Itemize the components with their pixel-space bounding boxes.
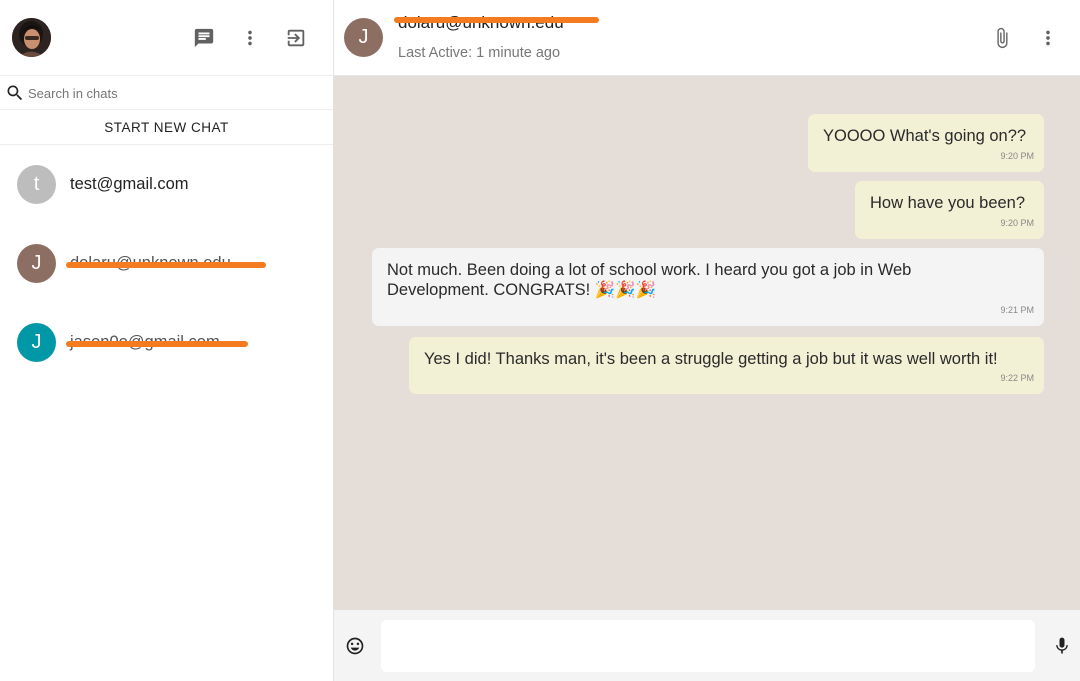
last-active-status: Last Active: 1 minute ago [398,45,561,61]
more-vert-icon[interactable] [238,26,262,50]
user-photo [12,18,51,57]
message-time: 9:20 PM [1000,218,1034,228]
message-text: Not much. Been doing a lot of school wor… [387,261,912,299]
avatar: t [17,165,56,204]
chat-list: t test@gmail.com J dolaru@unknown.edu J … [0,145,333,382]
avatar: J [17,323,56,362]
redaction-mark [394,17,599,23]
message-bubble-outgoing: YOOOO What's going on?? 9:20 PM [808,114,1044,172]
logout-icon[interactable] [284,26,308,50]
contact-avatar[interactable]: J [344,18,383,57]
start-new-chat-button[interactable]: START NEW CHAT [0,110,333,145]
more-vert-icon[interactable] [1036,26,1060,50]
message-text: Yes I did! Thanks man, it's been a strug… [424,350,998,368]
sidebar: START NEW CHAT t test@gmail.com J dolaru… [0,0,334,681]
search-icon [5,83,25,103]
chat-list-item[interactable]: t test@gmail.com [0,145,333,224]
contact-name: dolaru@unknown.edu [398,13,564,33]
redaction-mark [66,341,248,347]
message-bubble-outgoing: Yes I did! Thanks man, it's been a strug… [409,337,1044,394]
redaction-mark [66,262,266,268]
message-time: 9:21 PM [1000,305,1034,315]
message-bubble-incoming: Not much. Been doing a lot of school wor… [372,248,1044,326]
message-input[interactable] [381,620,1035,672]
chat-header: J dolaru@unknown.edu Last Active: 1 minu… [334,0,1080,76]
message-area[interactable]: YOOOO What's going on?? 9:20 PM How have… [334,76,1080,610]
user-avatar[interactable] [12,18,51,57]
sidebar-header [0,0,333,76]
chat-panel: J dolaru@unknown.edu Last Active: 1 minu… [334,0,1080,681]
chat-contact-name: test@gmail.com [70,175,189,193]
mic-icon[interactable] [1052,635,1072,657]
avatar: J [17,244,56,283]
message-bubble-outgoing: How have you been? 9:20 PM [855,181,1044,239]
chat-icon[interactable] [192,26,216,50]
paperclip-icon[interactable] [990,26,1014,50]
chat-list-item[interactable]: J jason0o@gmail.com [0,303,333,382]
search-bar [0,76,333,110]
message-text: How have you been? [870,194,1026,212]
message-text: YOOOO What's going on?? [823,127,1027,145]
message-composer [334,610,1080,681]
message-time: 9:22 PM [1000,373,1034,383]
message-time: 9:20 PM [1000,151,1034,161]
emoji-icon[interactable] [345,636,365,656]
search-input[interactable] [28,82,318,104]
chat-list-item[interactable]: J dolaru@unknown.edu [0,224,333,303]
